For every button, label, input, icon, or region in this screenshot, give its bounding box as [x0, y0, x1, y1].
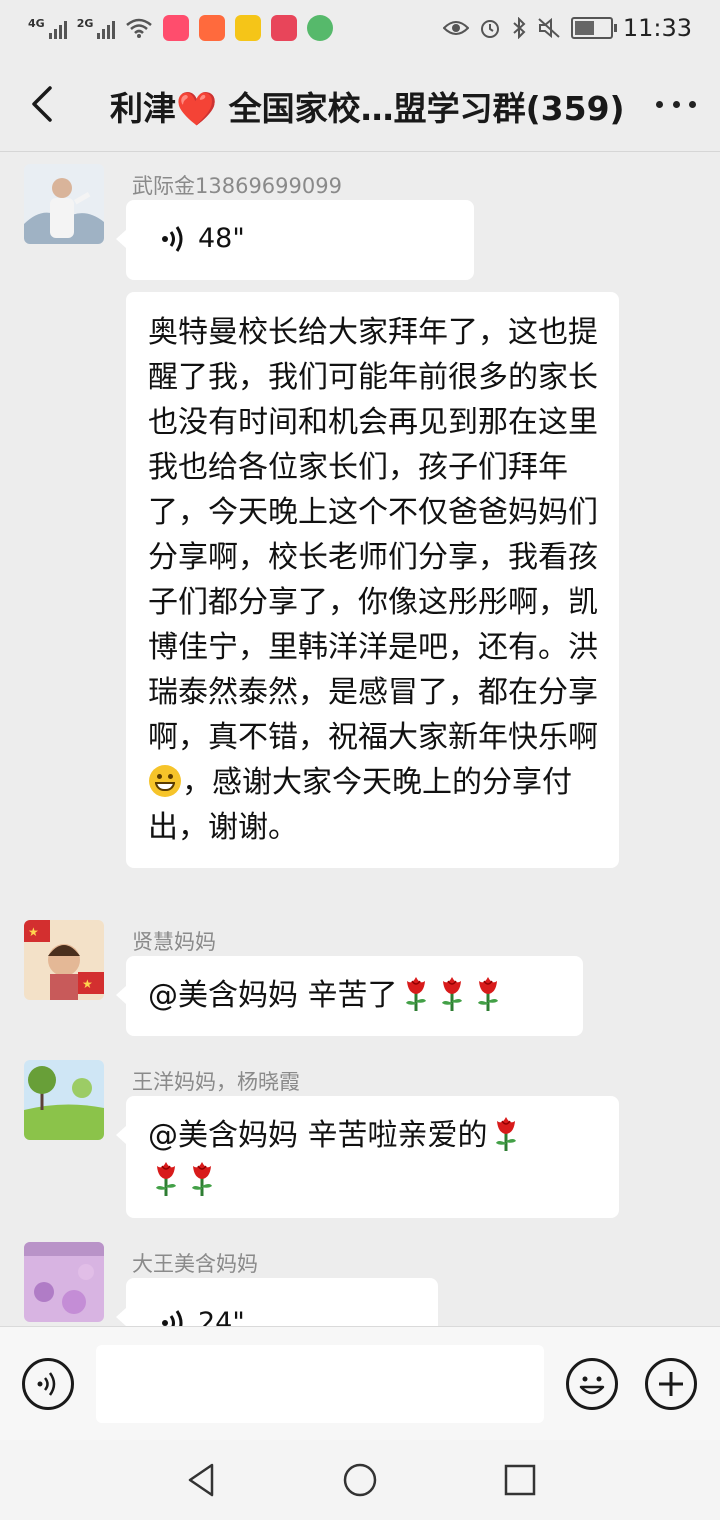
message-list[interactable]: 武际金13869699099 48" 奥特曼校长给大家拜年了，这也提醒了我，我们… [0, 152, 720, 1326]
app-icon-2 [199, 15, 226, 41]
voice-wave-icon [162, 1309, 183, 1326]
network-type-1: 4G [28, 17, 45, 30]
wechat-group-chat: 4G 2G 11:33 利津❤️ 全国家校…盟学习群(359) 武际金13869… [0, 0, 720, 1520]
message-text-end: ，感谢大家今天晚上的分享付出，谢谢。 [148, 765, 572, 845]
rose-icon [488, 1113, 524, 1153]
sender-name: 王洋妈妈，杨晓霞 [132, 1070, 300, 1094]
avatar[interactable] [24, 1242, 104, 1322]
signal-2-icon: 2G [77, 17, 116, 39]
app-icon-5 [307, 15, 334, 41]
app-icon-4 [271, 15, 298, 41]
sender-name: 武际金13869699099 [132, 174, 342, 198]
status-time: 11:33 [622, 14, 692, 42]
status-bar: 4G 2G 11:33 [0, 0, 720, 56]
avatar[interactable] [24, 164, 104, 244]
voice-duration: 48" [198, 223, 245, 254]
app-icon-3 [235, 15, 262, 41]
text-message-bubble[interactable]: 奥特曼校长给大家拜年了，这也提醒了我，我们可能年前很多的家长也没有时间和机会再见… [126, 292, 619, 868]
emoji-icon[interactable] [566, 1358, 618, 1410]
avatar[interactable]: ★ ★ [24, 920, 104, 1000]
rose-icon [184, 1158, 220, 1198]
nav-recents-icon[interactable] [500, 1460, 540, 1500]
alarm-icon [480, 20, 499, 38]
signal-1-icon: 4G [28, 17, 67, 39]
voice-mode-icon[interactable] [22, 1358, 74, 1410]
more-dots-icon[interactable] [656, 92, 696, 116]
eye-icon [442, 21, 469, 35]
voice-message-bubble[interactable]: 24" [116, 1278, 438, 1326]
voice-duration: 24" [198, 1307, 245, 1326]
rose-icon [148, 1158, 184, 1198]
svg-text:★: ★ [28, 925, 39, 939]
text-message-bubble[interactable]: @美含妈妈 辛苦啦亲爱的 [116, 1096, 619, 1218]
message-text: 奥特曼校长给大家拜年了，这也提醒了我，我们可能年前很多的家长也没有时间和机会再见… [148, 315, 598, 755]
voice-wave-icon [162, 225, 183, 252]
voice-message: 48" [160, 216, 474, 261]
text-message-bubble[interactable]: @美含妈妈 辛苦了 [116, 956, 583, 1036]
rose-icon [398, 973, 434, 1013]
message-text: @美含妈妈 辛苦啦亲爱的 [148, 1118, 488, 1153]
avatar[interactable] [24, 1060, 104, 1140]
system-nav-bar [0, 1440, 720, 1520]
status-bar-left: 4G 2G [28, 15, 334, 41]
rose-icon [470, 973, 506, 1013]
app-icon-1 [163, 15, 190, 41]
svg-text:★: ★ [82, 977, 93, 991]
bluetooth-icon [513, 17, 526, 39]
grin-emoji-icon [149, 765, 181, 797]
wifi-icon [126, 18, 153, 38]
rose-icon [434, 973, 470, 1013]
plus-icon[interactable] [645, 1358, 697, 1410]
message-input[interactable] [96, 1345, 544, 1423]
chat-header: 利津❤️ 全国家校…盟学习群(359) [0, 56, 720, 152]
status-bar-right: 11:33 [442, 14, 692, 42]
sender-name: 大王美含妈妈 [132, 1252, 258, 1276]
voice-message-bubble[interactable]: 48" [116, 200, 474, 280]
network-type-2: 2G [76, 17, 94, 30]
nav-home-icon[interactable] [340, 1460, 380, 1500]
input-bar [0, 1326, 720, 1440]
sender-name: 贤慧妈妈 [132, 930, 216, 954]
mute-icon [538, 17, 560, 39]
chevron-left-icon[interactable] [22, 82, 66, 126]
battery-icon [570, 17, 617, 39]
battery-level [574, 21, 594, 35]
message-text: @美含妈妈 辛苦了 [148, 978, 398, 1013]
voice-message: 24" [160, 1300, 438, 1326]
chat-title: 利津❤️ 全国家校…盟学习群(359) [110, 89, 625, 128]
nav-back-icon[interactable] [182, 1460, 222, 1500]
